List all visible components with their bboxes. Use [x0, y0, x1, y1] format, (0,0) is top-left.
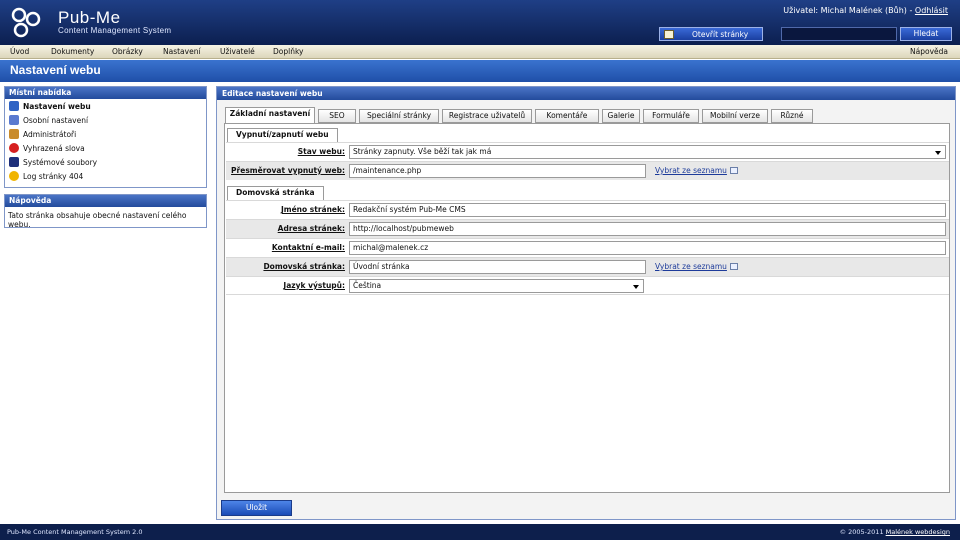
jazyk-label: Jazyk výstupů:: [283, 281, 345, 290]
stav-webu-value: Stránky zapnuty. Vše běží tak jak má: [353, 147, 492, 156]
list-icon: [729, 263, 738, 270]
sidebar-item-label: Log stránky 404: [23, 171, 84, 181]
sidebar-item-label: Administrátoři: [23, 129, 77, 139]
menu-item-dokumenty[interactable]: Dokumenty: [51, 47, 94, 56]
forbidden-icon: [9, 143, 19, 153]
list-icon: [729, 167, 738, 174]
form-row-adresa: Adresa stránek: http://localhost/pubmewe…: [226, 219, 949, 238]
sidebar-item-osobni-nastaveni[interactable]: Osobní nastavení: [5, 113, 206, 127]
page-title: Nastavení webu: [0, 60, 960, 82]
sidebar-item-administratori[interactable]: Administrátoři: [5, 127, 206, 141]
menu-item-napoveda[interactable]: Nápověda: [910, 47, 948, 56]
section-title-home: Domovská stránka: [227, 186, 324, 200]
email-label: Kontaktní e-mail:: [271, 243, 345, 252]
footer-copyright: © 2005-2011 Malének webdesign: [840, 528, 950, 536]
search-button[interactable]: Hledat: [900, 27, 952, 41]
open-site-label: Otevřít stránky: [692, 29, 749, 39]
app-subtitle: Content Management System: [58, 26, 172, 35]
menu-item-obrazky[interactable]: Obrázky: [112, 47, 143, 56]
jmeno-label: Jméno stránek:: [280, 205, 345, 214]
stav-webu-select[interactable]: Stránky zapnuty. Vše běží tak jak má: [349, 145, 946, 159]
tab-ruzne[interactable]: Různé: [771, 109, 813, 123]
sidebar-item-log-404[interactable]: Log stránky 404: [5, 169, 206, 183]
form-row-presmerovat: Přesměrovat vypnutý web: /maintenance.ph…: [226, 161, 949, 180]
sidebar-item-vyhrazena-slova[interactable]: Vyhrazená slova: [5, 141, 206, 155]
warning-icon: [9, 171, 19, 181]
sidebar-item-label: Osobní nastavení: [23, 115, 89, 125]
home-icon: [664, 29, 674, 39]
footer-copyright-text: © 2005-2011: [839, 528, 886, 536]
open-site-button[interactable]: Otevřít stránky: [659, 27, 763, 41]
tab-registrace-uzivatelu[interactable]: Registrace uživatelů: [442, 109, 532, 123]
redirect-pick-link[interactable]: Vybrat ze seznamu: [655, 166, 738, 175]
help-panel: Nápověda Tato stránka obsahuje obecné na…: [4, 194, 207, 229]
pubme-logo-icon: [11, 7, 41, 38]
tab-galerie[interactable]: Galerie: [602, 109, 640, 123]
sidebar-item-nastaveni-webu[interactable]: Nastavení webu: [5, 99, 206, 113]
adresa-label: Adresa stránek:: [277, 224, 345, 233]
floppy-disk-icon: [9, 157, 19, 167]
section-title-web-status: Vypnutí/zapnutí webu: [227, 128, 338, 142]
local-menu-panel: Místní nabídka Nastavení webu Osobní nas…: [4, 86, 207, 188]
form-row-domovska: Domovská stránka: Úvodní stránka Vybrat …: [226, 257, 949, 276]
menu-item-uvod[interactable]: Úvod: [10, 47, 29, 56]
sidebar-item-label: Nastavení webu: [23, 101, 91, 111]
chevron-down-icon: [633, 285, 639, 289]
personal-settings-icon: [9, 115, 19, 125]
footer-product: Pub-Me Content Management System 2.0: [7, 528, 143, 536]
jazyk-value: Čeština: [353, 281, 382, 290]
sidebar-item-label: Vyhrazená slova: [23, 143, 85, 153]
brand: Pub-Me Content Management System: [58, 9, 171, 35]
user-info: Uživatel: Michal Malének (Bůh) - Odhlási…: [783, 6, 948, 15]
menu-item-uzivatele[interactable]: Uživatelé: [220, 47, 255, 56]
tab-formulare[interactable]: Formuláře: [643, 109, 699, 123]
presmerovat-label: Přesměrovat vypnutý web:: [231, 166, 345, 175]
settings-edit-icon: [9, 101, 19, 111]
domovska-input[interactable]: Úvodní stránka: [349, 260, 646, 274]
header-bar: Pub-Me Content Management System Uživate…: [0, 0, 960, 45]
save-button[interactable]: Uložit: [221, 500, 292, 516]
tab-mobilni-verze[interactable]: Mobilní verze: [702, 109, 768, 123]
footer-author-link[interactable]: Malének webdesign: [886, 528, 950, 536]
tab-specialni-stranky[interactable]: Speciální stránky: [359, 109, 439, 123]
sidebar-item-label: Systémové soubory: [23, 157, 98, 167]
app-title: Pub-Me: [58, 8, 121, 27]
jmeno-input[interactable]: Redakční systém Pub-Me CMS: [349, 203, 946, 217]
local-menu-title: Místní nabídka: [5, 87, 206, 99]
search-input[interactable]: [781, 27, 897, 41]
menu-item-doplnky[interactable]: Doplňky: [273, 47, 303, 56]
form-row-jazyk: Jazyk výstupů: Čeština: [226, 276, 949, 295]
editor-title: Editace nastavení webu: [217, 87, 955, 100]
form-row-jmeno: Jméno stránek: Redakční systém Pub-Me CM…: [226, 200, 949, 219]
stav-webu-label: Stav webu:: [297, 147, 345, 156]
email-input[interactable]: michal@malenek.cz: [349, 241, 946, 255]
tab-seo[interactable]: SEO: [318, 109, 356, 123]
help-title: Nápověda: [5, 195, 206, 207]
home-pick-link[interactable]: Vybrat ze seznamu: [655, 262, 738, 271]
form-row-stav-webu: Stav webu: Stránky zapnuty. Vše běží tak…: [226, 142, 949, 161]
adresa-input[interactable]: http://localhost/pubmeweb: [349, 222, 946, 236]
domovska-label: Domovská stránka:: [263, 262, 345, 271]
settings-editor: Editace nastavení webu Základní nastaven…: [216, 86, 956, 520]
user-label: Uživatel: Michal Malének (Bůh) -: [783, 6, 915, 15]
basic-settings-panel: Vypnutí/zapnutí webu Stav webu: Stránky …: [224, 123, 950, 493]
redirect-pick-label: Vybrat ze seznamu: [655, 166, 727, 175]
sidebar-item-systemove-soubory[interactable]: Systémové soubory: [5, 155, 206, 169]
presmerovat-input[interactable]: /maintenance.php: [349, 164, 646, 178]
tab-komentare[interactable]: Komentáře: [535, 109, 599, 123]
jazyk-select[interactable]: Čeština: [349, 279, 644, 293]
form-row-email: Kontaktní e-mail: michal@malenek.cz: [226, 238, 949, 257]
menu-item-nastaveni[interactable]: Nastavení: [163, 47, 201, 56]
main-menu: Úvod Dokumenty Obrázky Nastavení Uživate…: [0, 45, 960, 59]
logout-link[interactable]: Odhlásit: [915, 6, 948, 15]
help-text: Tato stránka obsahuje obecné nastavení c…: [8, 211, 187, 229]
tab-zakladni-nastaveni[interactable]: Základní nastavení: [225, 107, 315, 124]
footer: Pub-Me Content Management System 2.0 © 2…: [0, 524, 960, 540]
administrators-icon: [9, 129, 19, 139]
chevron-down-icon: [935, 151, 941, 155]
home-pick-label: Vybrat ze seznamu: [655, 262, 727, 271]
